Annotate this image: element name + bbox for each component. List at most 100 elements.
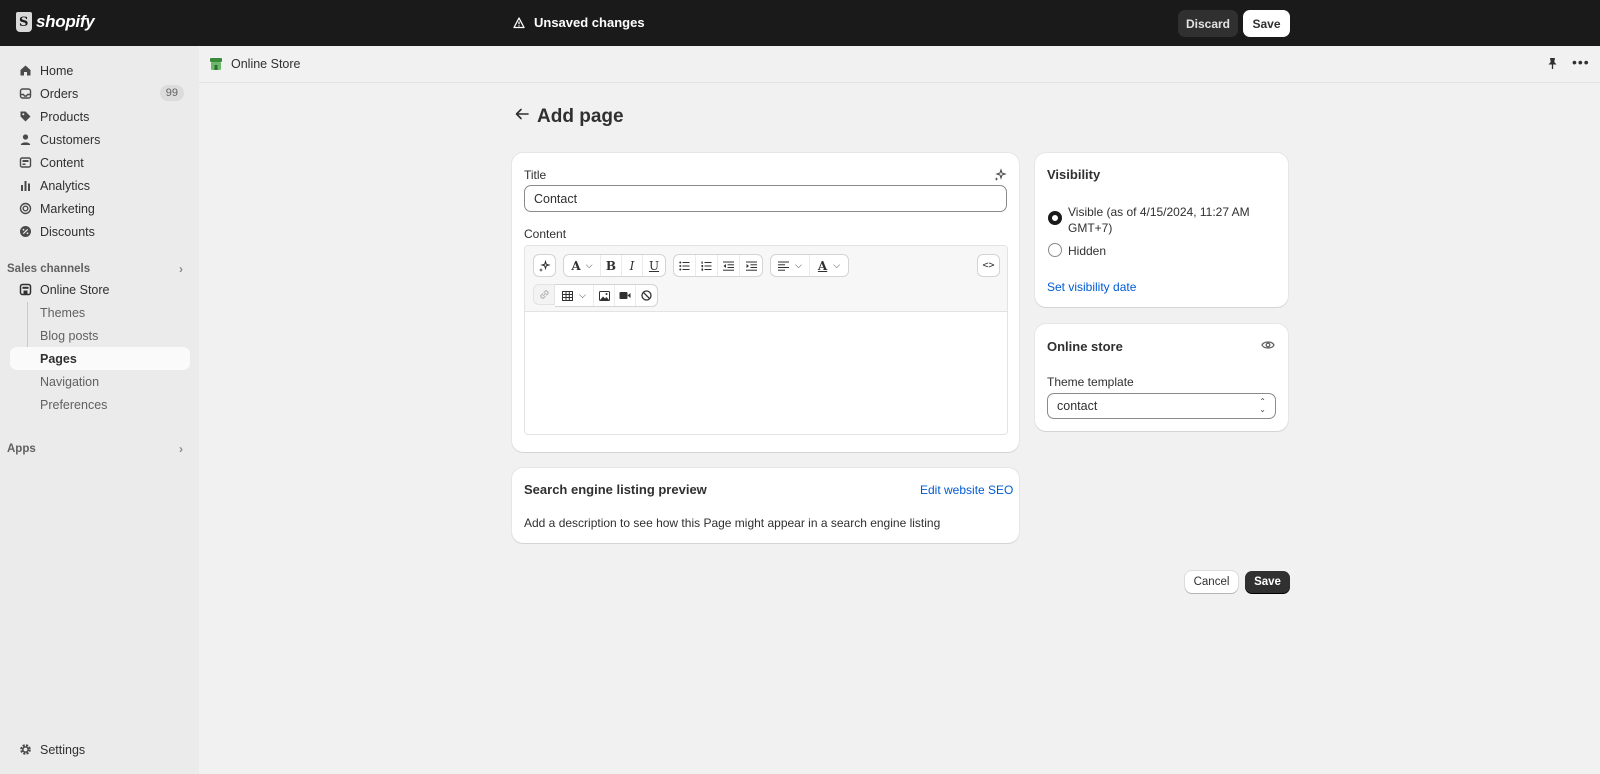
storefront-icon bbox=[18, 283, 32, 297]
brand-name: shopify bbox=[36, 12, 95, 31]
align-dropdown[interactable]: ⌵ bbox=[771, 255, 810, 276]
title-label: Title bbox=[524, 168, 547, 182]
visible-label-line1: Visible (as of 4/15/2024, 11:27 AM bbox=[1068, 205, 1250, 219]
hidden-label[interactable]: Hidden bbox=[1068, 244, 1106, 258]
editor-body[interactable] bbox=[525, 313, 1007, 434]
chevron-down-icon: ⌵ bbox=[585, 260, 593, 270]
sidebar-item-content[interactable]: Content bbox=[10, 151, 190, 174]
sidebar-item-marketing[interactable]: Marketing bbox=[10, 197, 190, 220]
sidebar-item-label: Orders bbox=[40, 86, 79, 101]
sidebar-item-label: Settings bbox=[40, 742, 86, 757]
insert-image-icon[interactable] bbox=[594, 285, 615, 306]
seo-card-title: Search engine listing preview bbox=[524, 482, 707, 497]
set-visibility-date-link[interactable]: Set visibility date bbox=[1047, 280, 1136, 294]
content-label: Content bbox=[524, 227, 567, 241]
title-input[interactable]: Contact bbox=[524, 185, 1007, 212]
sidebar-item-customers[interactable]: Customers bbox=[10, 128, 190, 151]
chevron-down-icon: ⌵ bbox=[579, 290, 586, 300]
insert-video-icon[interactable] bbox=[615, 285, 636, 306]
breadcrumb-bar: Online Store ••• bbox=[199, 46, 1600, 83]
sidebar-item-label: Customers bbox=[40, 132, 101, 147]
theme-template-select[interactable]: contact ⌃ ⌄ bbox=[1047, 393, 1276, 419]
breadcrumb-label: Online Store bbox=[231, 57, 301, 71]
sidebar-subitem-navigation[interactable]: Navigation bbox=[10, 370, 190, 393]
ai-magic-button[interactable] bbox=[534, 255, 555, 276]
chevron-right-icon: › bbox=[179, 442, 183, 456]
sidebar-item-label: Online Store bbox=[40, 282, 110, 297]
sidebar-subitem-blog-posts[interactable]: Blog posts bbox=[10, 324, 190, 347]
visible-label[interactable]: Visible (as of 4/15/2024, 11:27 AM GMT+7… bbox=[1068, 204, 1278, 236]
font-style-dropdown[interactable]: A ⌵ bbox=[564, 255, 601, 276]
italic-icon[interactable]: I bbox=[622, 255, 643, 276]
sidebar: Home Orders 99 Products Customers Conten… bbox=[0, 46, 199, 774]
chevron-right-icon: › bbox=[179, 262, 183, 276]
ai-sparkle-icon[interactable] bbox=[994, 168, 1007, 184]
discard-button[interactable]: Discard bbox=[1178, 10, 1238, 37]
online-store-icon bbox=[210, 58, 222, 70]
orders-count-badge: 99 bbox=[159, 85, 184, 101]
bold-icon[interactable]: B bbox=[601, 255, 622, 276]
online-store-card-title: Online store bbox=[1047, 339, 1123, 354]
sidebar-item-discounts[interactable]: Discounts bbox=[10, 220, 190, 243]
underline-icon[interactable]: U bbox=[643, 255, 665, 276]
shopify-bag-icon bbox=[16, 12, 32, 32]
sidebar-item-online-store[interactable]: Online Store bbox=[10, 278, 190, 301]
sidebar-subitem-themes[interactable]: Themes bbox=[10, 301, 190, 324]
hidden-radio[interactable] bbox=[1048, 243, 1062, 257]
list-format-group bbox=[673, 254, 763, 277]
visible-label-line2: GMT+7) bbox=[1068, 221, 1113, 235]
table-icon bbox=[562, 290, 574, 301]
rich-text-editor: A ⌵ B I U ⌵ A ⌵ <> ⌵ bbox=[524, 245, 1008, 435]
visible-radio[interactable] bbox=[1048, 211, 1062, 225]
cancel-button[interactable]: Cancel bbox=[1185, 571, 1238, 593]
numbered-list-icon[interactable] bbox=[696, 255, 718, 276]
edit-website-seo-link[interactable]: Edit website SEO bbox=[920, 483, 1013, 497]
seo-description: Add a description to see how this Page m… bbox=[524, 516, 941, 530]
align-left-icon bbox=[778, 261, 790, 271]
bullet-list-icon[interactable] bbox=[674, 255, 696, 276]
html-view-group: <> bbox=[977, 254, 1000, 277]
clear-formatting-icon[interactable] bbox=[636, 285, 657, 306]
topbar-save-button[interactable]: Save bbox=[1243, 10, 1290, 37]
sidebar-subitem-label: Navigation bbox=[40, 374, 100, 389]
sidebar-item-home[interactable]: Home bbox=[10, 59, 190, 82]
back-arrow-icon[interactable] bbox=[515, 107, 529, 125]
sidebar-subitem-pages[interactable]: Pages bbox=[10, 347, 190, 370]
sidebar-item-label: Home bbox=[40, 63, 74, 78]
ai-tool-group bbox=[533, 254, 556, 277]
seo-preview-card: Search engine listing preview Edit websi… bbox=[512, 468, 1019, 543]
sidebar-item-orders[interactable]: Orders 99 bbox=[10, 82, 190, 105]
person-icon bbox=[18, 133, 32, 147]
indent-icon[interactable] bbox=[740, 255, 762, 276]
sidebar-item-settings[interactable]: Settings bbox=[10, 738, 190, 761]
breadcrumb[interactable]: Online Store bbox=[209, 57, 300, 71]
image-icon bbox=[18, 156, 32, 170]
shopify-logo[interactable]: shopify bbox=[16, 12, 95, 32]
more-options-icon[interactable]: ••• bbox=[1572, 54, 1590, 70]
eye-icon[interactable] bbox=[1261, 338, 1275, 353]
home-icon bbox=[18, 64, 32, 78]
unsaved-changes-indicator: Unsaved changes bbox=[513, 15, 645, 30]
sales-channels-header[interactable]: Sales channels › bbox=[7, 260, 187, 278]
pin-icon[interactable] bbox=[1547, 57, 1558, 73]
gear-icon bbox=[18, 743, 32, 757]
discount-icon bbox=[18, 225, 32, 239]
text-color-icon: A bbox=[817, 258, 828, 273]
insert-group: ⌵ bbox=[533, 284, 659, 307]
inbox-icon bbox=[18, 87, 32, 101]
sidebar-item-label: Content bbox=[40, 155, 84, 170]
sidebar-item-label: Marketing bbox=[40, 201, 95, 216]
online-store-card: Online store Theme template contact ⌃ ⌄ bbox=[1035, 324, 1288, 431]
chevron-down-icon: ⌵ bbox=[795, 260, 802, 270]
sidebar-subitem-preferences[interactable]: Preferences bbox=[10, 393, 190, 416]
sidebar-item-analytics[interactable]: Analytics bbox=[10, 174, 190, 197]
code-view-icon[interactable]: <> bbox=[978, 255, 999, 276]
link-icon[interactable] bbox=[533, 284, 555, 305]
sidebar-item-products[interactable]: Products bbox=[10, 105, 190, 128]
apps-header[interactable]: Apps › bbox=[7, 440, 187, 458]
text-color-dropdown[interactable]: A ⌵ bbox=[810, 255, 848, 276]
save-button[interactable]: Save bbox=[1245, 571, 1290, 593]
apps-label: Apps bbox=[7, 443, 36, 455]
outdent-icon[interactable] bbox=[718, 255, 740, 276]
table-dropdown[interactable]: ⌵ bbox=[555, 285, 594, 306]
